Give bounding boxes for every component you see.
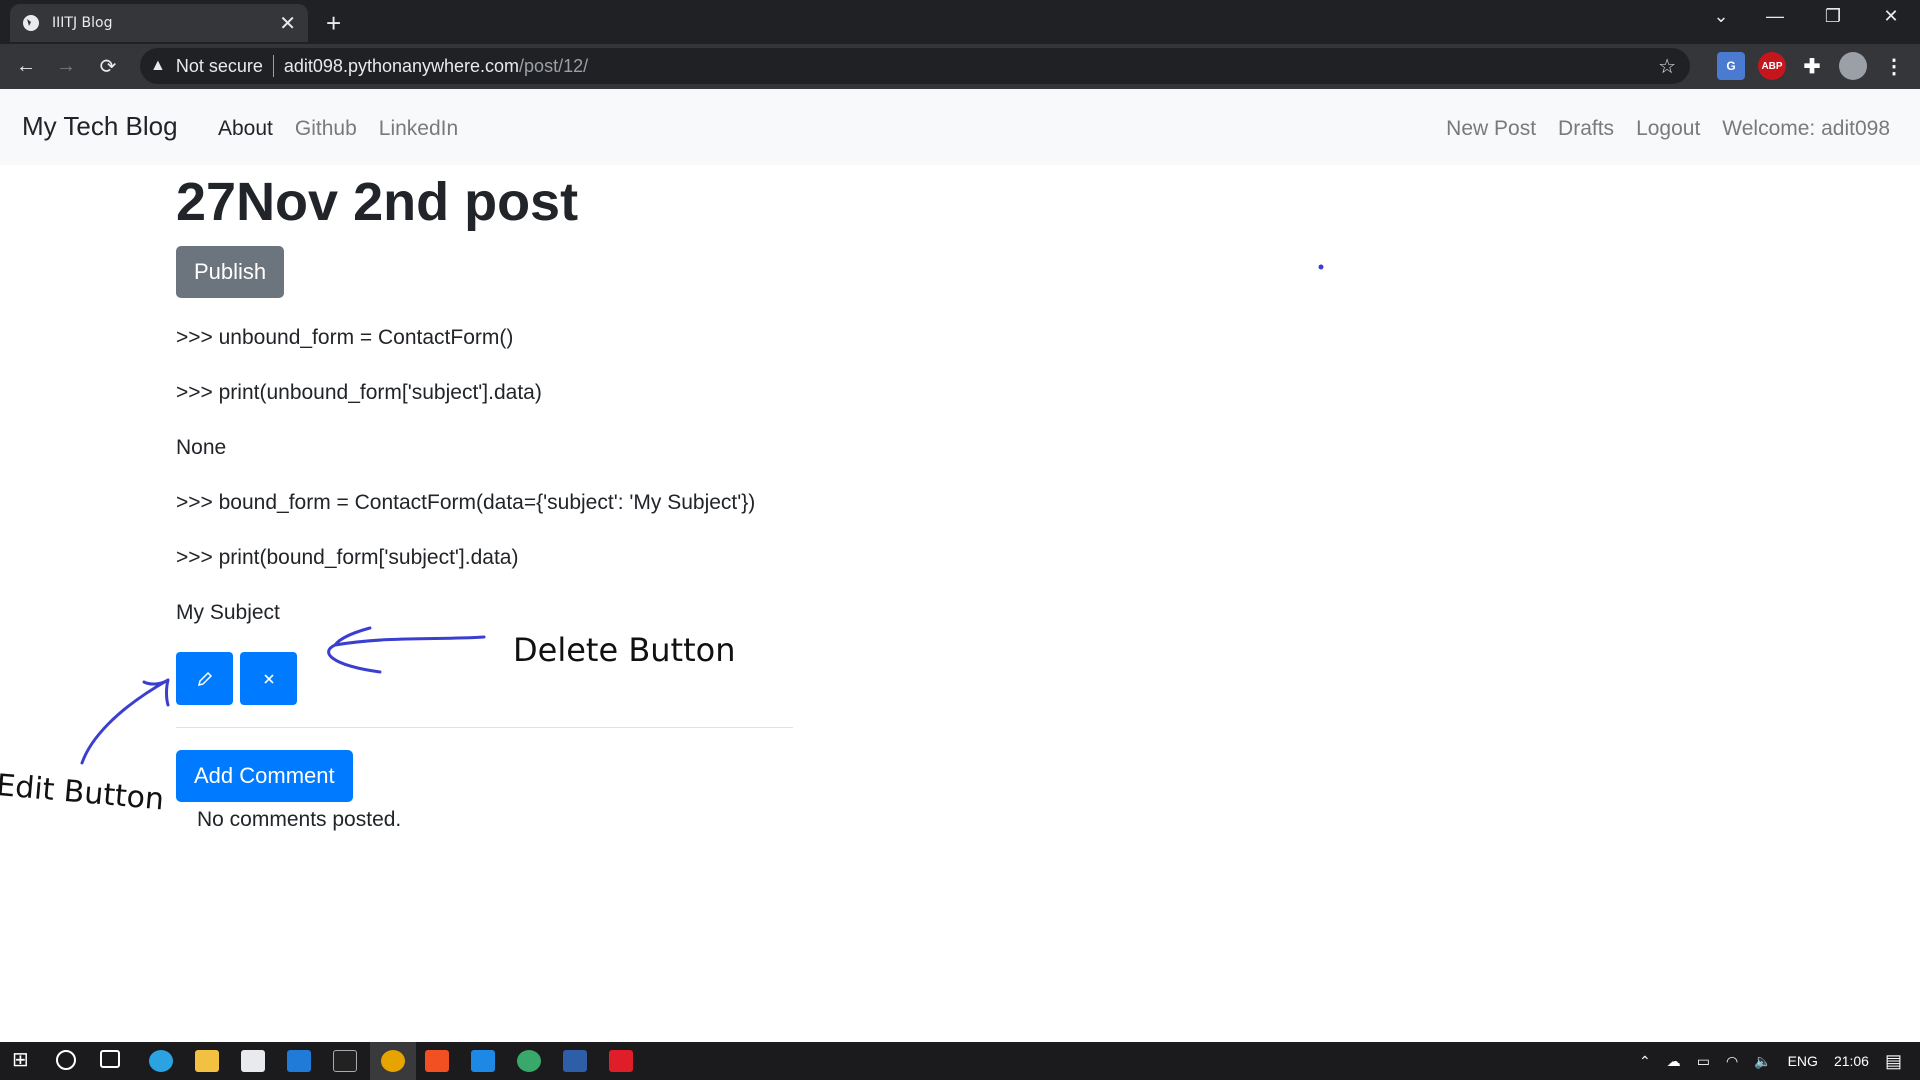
acrobat-icon[interactable] xyxy=(609,1050,633,1072)
onedrive-icon[interactable]: ☁ xyxy=(1667,1053,1681,1070)
chrome-icon[interactable] xyxy=(381,1050,405,1072)
vscode-icon[interactable] xyxy=(471,1050,495,1072)
windows-taskbar: ⊞ ⌃ ☁ ▭ ◠ 🔈 ENG 21:06 ▤ xyxy=(0,1042,1920,1080)
powershell-icon[interactable] xyxy=(563,1050,587,1072)
battery-icon[interactable]: ▭ xyxy=(1697,1053,1710,1070)
search-icon[interactable] xyxy=(56,1050,76,1070)
volume-icon[interactable]: 🔈 xyxy=(1754,1053,1771,1070)
mail-icon[interactable] xyxy=(287,1050,311,1072)
edge-icon[interactable] xyxy=(149,1050,173,1072)
delete-arrow xyxy=(327,626,486,674)
task-view-icon[interactable] xyxy=(100,1050,120,1068)
store-icon[interactable] xyxy=(241,1050,265,1072)
wifi-icon[interactable]: ◠ xyxy=(1726,1053,1738,1070)
file-explorer-icon[interactable] xyxy=(195,1050,219,1072)
stray-dot xyxy=(1318,264,1324,270)
spotify-icon[interactable] xyxy=(517,1050,541,1072)
terminal-icon[interactable] xyxy=(333,1050,357,1072)
edit-arrow xyxy=(80,678,170,765)
notification-icon[interactable]: ▤ xyxy=(1885,1051,1902,1072)
system-tray: ⌃ ☁ ▭ ◠ 🔈 ENG 21:06 ▤ xyxy=(1631,1042,1920,1080)
language-indicator[interactable]: ENG xyxy=(1788,1053,1818,1069)
brave-icon[interactable] xyxy=(425,1050,449,1072)
annotation-layer xyxy=(80,264,1324,765)
clock[interactable]: 21:06 xyxy=(1834,1053,1869,1069)
windows-start-icon[interactable]: ⊞ xyxy=(12,1047,36,1071)
tray-chevron-icon[interactable]: ⌃ xyxy=(1639,1053,1651,1070)
delete-annotation-label: Delete Button xyxy=(513,631,736,669)
